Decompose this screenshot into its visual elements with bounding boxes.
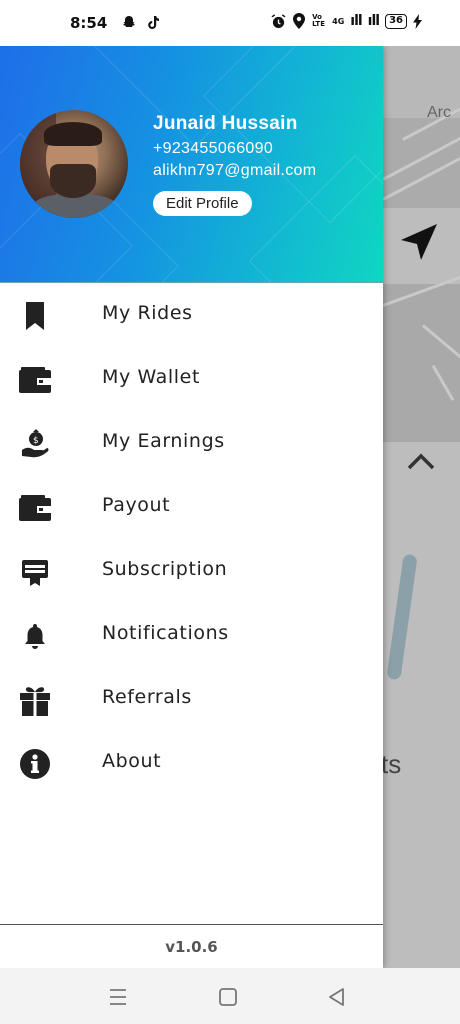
profile-name: Junaid Hussain	[153, 113, 298, 134]
drawer-header: Junaid Hussain +923455066090 alikhn797@g…	[0, 46, 383, 283]
menu-item-about[interactable]: About	[0, 732, 383, 796]
money-hand-icon: $	[18, 428, 52, 460]
map-tile	[383, 105, 460, 208]
tiktok-icon	[148, 16, 160, 29]
data-label: 4G	[332, 16, 345, 26]
navigation-arrow-icon[interactable]	[397, 220, 441, 264]
navigation-drawer: Junaid Hussain +923455066090 alikhn797@g…	[0, 46, 383, 968]
drawer-menu: My Rides My Wallet $ My Earnings Payout …	[0, 284, 383, 796]
signal-icon-2: ıll	[367, 13, 380, 29]
chevron-up-icon[interactable]	[405, 450, 437, 472]
menu-item-label: My Earnings	[102, 430, 225, 452]
map-tile	[383, 273, 460, 681]
battery-level: 36	[385, 13, 407, 29]
menu-item-label: Subscription	[102, 558, 228, 580]
card-badge-icon	[18, 556, 52, 588]
system-navigation-bar	[0, 968, 460, 1024]
alarm-icon	[271, 13, 286, 28]
profile-email: alikhn797@gmail.com	[153, 162, 317, 179]
menu-item-my-earnings[interactable]: $ My Earnings	[0, 412, 383, 476]
snapchat-icon	[123, 16, 136, 27]
system-icons: Vo LTE 4G ıll ıll 36	[271, 13, 422, 29]
wallet-icon	[18, 492, 52, 524]
edit-profile-button[interactable]: Edit Profile	[153, 191, 252, 216]
drawer-footer: v1.0.6	[0, 924, 383, 968]
menu-item-referrals[interactable]: Referrals	[0, 668, 383, 732]
bell-icon	[18, 620, 52, 652]
signal-icon-1: ıll	[350, 13, 362, 29]
menu-item-label: My Wallet	[102, 366, 200, 388]
gift-icon	[18, 684, 52, 716]
notification-icons	[121, 15, 161, 31]
recent-apps-icon[interactable]	[107, 986, 129, 1008]
map-partial-text: ts	[383, 749, 402, 779]
menu-item-my-wallet[interactable]: My Wallet	[0, 348, 383, 412]
map-view[interactable]: Arc ts	[383, 46, 460, 968]
map-river	[386, 553, 418, 681]
charging-icon	[413, 13, 422, 29]
info-icon	[18, 748, 52, 780]
profile-phone: +923455066090	[153, 140, 274, 157]
home-icon[interactable]	[217, 986, 239, 1008]
map-place-label: Arc	[427, 104, 451, 121]
bookmark-icon	[18, 300, 52, 332]
menu-item-subscription[interactable]: Subscription	[0, 540, 383, 604]
avatar[interactable]	[20, 110, 128, 218]
menu-item-label: About	[102, 750, 162, 772]
status-bar: 8:54 Vo LTE 4G ıll ıll 36	[0, 0, 460, 46]
app-version: v1.0.6	[165, 937, 218, 956]
menu-item-notifications[interactable]: Notifications	[0, 604, 383, 668]
menu-item-my-rides[interactable]: My Rides	[0, 284, 383, 348]
back-icon[interactable]	[326, 986, 348, 1008]
menu-item-label: Notifications	[102, 622, 229, 644]
volte-label: Vo LTE	[312, 13, 325, 28]
location-icon	[293, 13, 306, 29]
svg-text:$: $	[33, 436, 39, 446]
menu-item-label: My Rides	[102, 302, 193, 324]
menu-item-label: Payout	[102, 494, 171, 516]
wallet-icon	[18, 364, 52, 396]
status-time: 8:54	[70, 14, 108, 32]
menu-item-payout[interactable]: Payout	[0, 476, 383, 540]
menu-item-label: Referrals	[102, 686, 192, 708]
